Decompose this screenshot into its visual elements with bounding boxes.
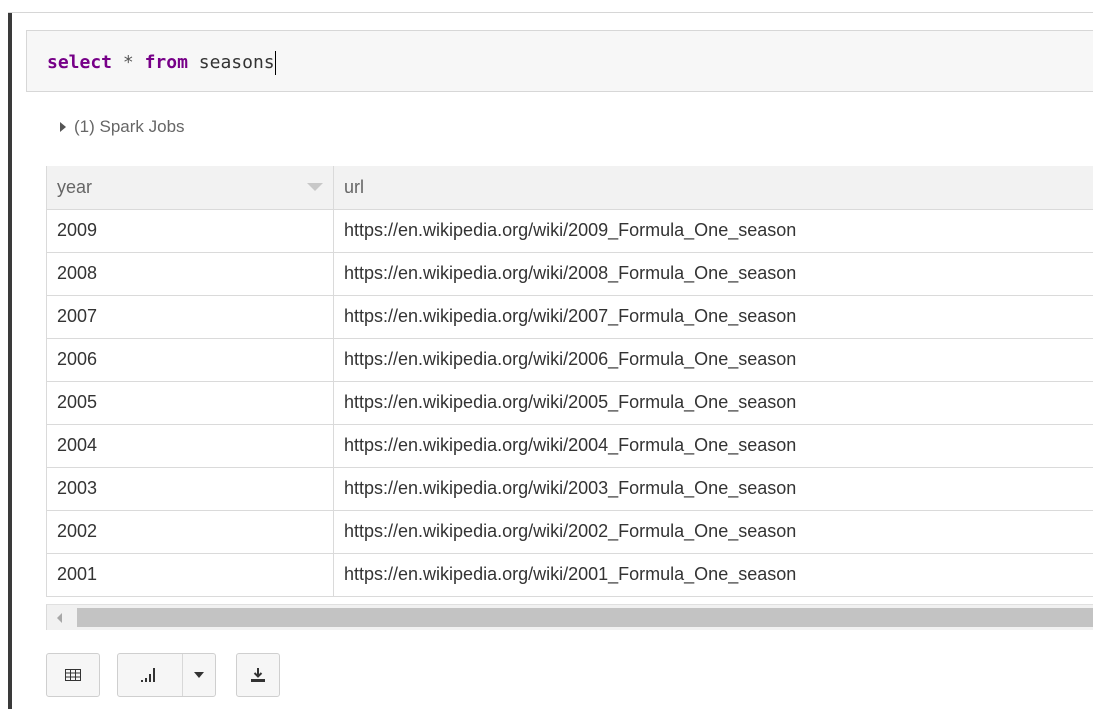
download-button[interactable] — [236, 653, 280, 697]
year-cell: 2003 — [46, 467, 334, 511]
table-view-button[interactable] — [46, 653, 100, 697]
table-header-row: year url — [46, 166, 1093, 210]
year-cell: 2004 — [46, 424, 334, 468]
column-header-url[interactable]: url — [333, 166, 1093, 210]
scrollbar-thumb[interactable] — [77, 608, 1093, 627]
url-cell: https://en.wikipedia.org/wiki/2009_Formu… — [333, 209, 1093, 253]
bar-chart-icon — [141, 668, 155, 682]
star-operator: * — [122, 52, 134, 73]
table-name-token: seasons — [198, 52, 275, 73]
spark-jobs-label: (1) Spark Jobs — [74, 117, 185, 136]
table-row: 2006 https://en.wikipedia.org/wiki/2006_… — [46, 338, 1093, 382]
url-cell: https://en.wikipedia.org/wiki/2002_Formu… — [333, 510, 1093, 554]
table-row: 2008 https://en.wikipedia.org/wiki/2008_… — [46, 252, 1093, 296]
table-row: 2004 https://en.wikipedia.org/wiki/2004_… — [46, 424, 1093, 468]
table-row: 2005 https://en.wikipedia.org/wiki/2005_… — [46, 381, 1093, 425]
year-cell: 2001 — [46, 553, 334, 597]
column-header-label: year — [57, 176, 93, 197]
year-cell: 2007 — [46, 295, 334, 339]
spark-jobs-toggle[interactable]: (1) Spark Jobs — [60, 117, 185, 137]
year-cell: 2002 — [46, 510, 334, 554]
table-row: 2003 https://en.wikipedia.org/wiki/2003_… — [46, 467, 1093, 511]
url-cell: https://en.wikipedia.org/wiki/2007_Formu… — [333, 295, 1093, 339]
code-line[interactable]: select * from seasons — [47, 51, 276, 75]
url-cell: https://en.wikipedia.org/wiki/2006_Formu… — [333, 338, 1093, 382]
horizontal-scrollbar[interactable] — [46, 604, 1093, 630]
year-cell: 2008 — [46, 252, 334, 296]
table-row: 2002 https://en.wikipedia.org/wiki/2002_… — [46, 510, 1093, 554]
sort-descending-icon[interactable] — [307, 182, 323, 191]
code-editor[interactable]: select * from seasons — [26, 30, 1093, 92]
table-row: 2009 https://en.wikipedia.org/wiki/2009_… — [46, 209, 1093, 253]
cell-left-border — [8, 12, 12, 709]
column-header-label: url — [344, 176, 365, 197]
table-row: 2007 https://en.wikipedia.org/wiki/2007_… — [46, 295, 1093, 339]
column-header-year[interactable]: year — [46, 166, 334, 210]
from-keyword: from — [144, 52, 188, 73]
scroll-left-icon[interactable] — [57, 613, 62, 623]
year-cell: 2005 — [46, 381, 334, 425]
chart-type-button[interactable] — [118, 654, 183, 696]
year-cell: 2009 — [46, 209, 334, 253]
chart-view-button[interactable] — [117, 653, 216, 697]
results-table: year url 2009 https://en.wikipedia.org/w… — [46, 166, 1093, 597]
url-cell: https://en.wikipedia.org/wiki/2004_Formu… — [333, 424, 1093, 468]
url-cell: https://en.wikipedia.org/wiki/2001_Formu… — [333, 553, 1093, 597]
expand-triangle-icon — [60, 122, 66, 132]
year-cell: 2006 — [46, 338, 334, 382]
table-row: 2001 https://en.wikipedia.org/wiki/2001_… — [46, 553, 1093, 597]
select-keyword: select — [47, 52, 113, 73]
caret-down-icon — [194, 672, 204, 678]
chart-options-dropdown[interactable] — [183, 654, 215, 696]
table-grid-icon — [65, 669, 81, 681]
url-cell: https://en.wikipedia.org/wiki/2008_Formu… — [333, 252, 1093, 296]
text-cursor — [274, 51, 276, 75]
download-icon — [251, 668, 265, 682]
cell-top-border — [8, 12, 1093, 13]
url-cell: https://en.wikipedia.org/wiki/2003_Formu… — [333, 467, 1093, 511]
url-cell: https://en.wikipedia.org/wiki/2005_Formu… — [333, 381, 1093, 425]
